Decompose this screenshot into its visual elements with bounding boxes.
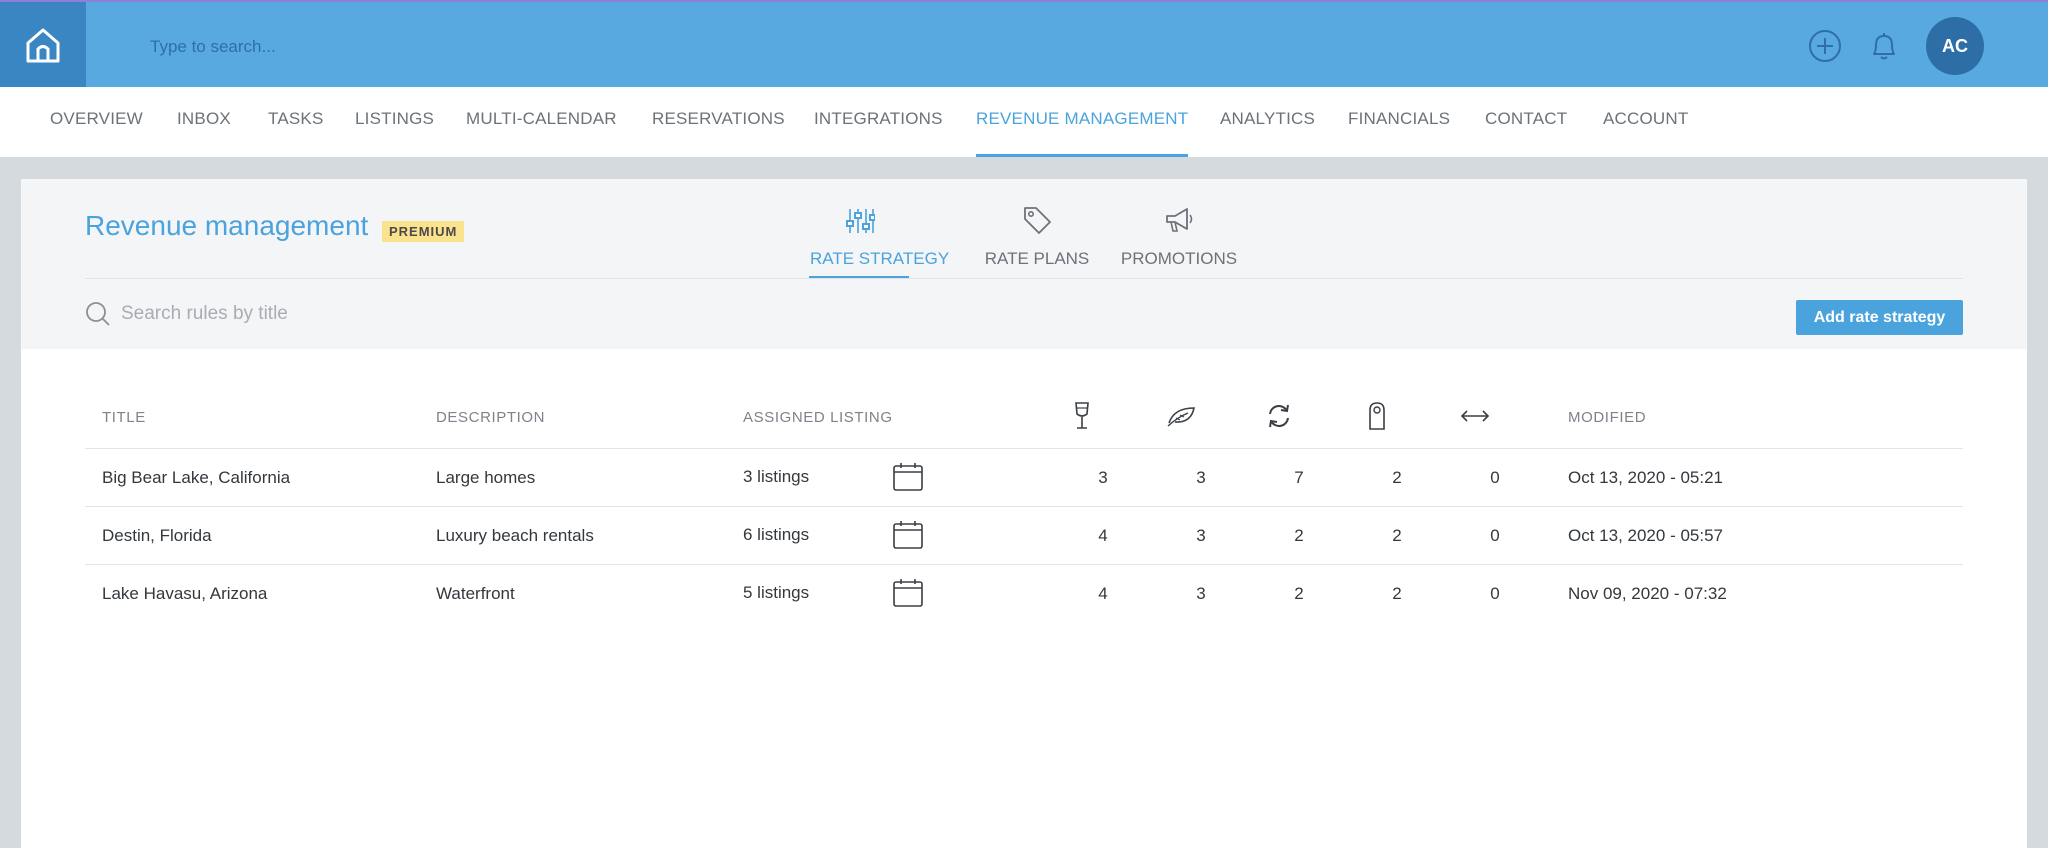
- col-description-header[interactable]: DESCRIPTION: [436, 409, 545, 426]
- plus-circle-icon: [1809, 30, 1841, 62]
- tab-promotions-label: PROMOTIONS: [1120, 249, 1238, 268]
- tab-rate-strategy-label: RATE STRATEGY: [810, 249, 950, 268]
- table-row[interactable]: Big Bear Lake, California Large homes 3 …: [85, 448, 1963, 506]
- nav-overview[interactable]: OVERVIEW: [50, 87, 143, 157]
- calendar-icon[interactable]: [892, 520, 924, 550]
- top-bar: AC: [0, 0, 2048, 87]
- row-modified: Oct 13, 2020 - 05:21: [1568, 468, 1723, 487]
- card-header: Revenue management PREMIUM RATE STRATEGY: [21, 179, 2027, 349]
- tab-rate-plans[interactable]: RATE PLANS: [981, 191, 1093, 291]
- col-door-hanger[interactable]: [1362, 401, 1392, 431]
- notifications-button[interactable]: [1864, 26, 1904, 66]
- table-row[interactable]: Destin, Florida Luxury beach rentals 6 l…: [85, 506, 1963, 564]
- content-card: Revenue management PREMIUM RATE STRATEGY: [21, 179, 2027, 848]
- calendar-icon[interactable]: [892, 578, 924, 608]
- col-refresh[interactable]: [1264, 401, 1294, 431]
- row-description: Waterfront: [436, 584, 515, 603]
- calendar-icon[interactable]: [892, 462, 924, 492]
- row-value: 2: [1392, 584, 1402, 603]
- row-modified: Nov 09, 2020 - 07:32: [1568, 584, 1727, 603]
- row-title[interactable]: Big Bear Lake, California: [102, 468, 290, 488]
- row-value: 4: [1098, 526, 1108, 545]
- col-arrows[interactable]: [1460, 401, 1490, 431]
- nav-listings[interactable]: LISTINGS: [355, 87, 434, 157]
- refresh-icon: [1269, 404, 1289, 428]
- col-modified-header[interactable]: MODIFIED: [1568, 409, 1646, 426]
- wine-glass-icon: [1075, 402, 1089, 429]
- bell-icon: [1873, 33, 1895, 60]
- row-value: 2: [1294, 526, 1304, 545]
- nav-integrations[interactable]: INTEGRATIONS: [814, 87, 943, 157]
- row-modified: Oct 13, 2020 - 05:57: [1568, 526, 1723, 545]
- sliders-icon: [846, 209, 875, 233]
- col-title-header[interactable]: TITLE: [102, 409, 146, 426]
- row-value: 2: [1294, 584, 1304, 603]
- leaf-icon: [1167, 407, 1195, 427]
- row-listings[interactable]: 6 listings: [743, 525, 809, 545]
- row-value: 2: [1392, 526, 1402, 545]
- row-value: 3: [1196, 584, 1206, 603]
- nav-tasks[interactable]: TASKS: [268, 87, 323, 157]
- home-button[interactable]: [0, 2, 86, 87]
- col-leaf[interactable]: [1166, 401, 1196, 431]
- rules-search-input[interactable]: [121, 297, 621, 331]
- row-value: 3: [1196, 526, 1206, 545]
- row-description: Luxury beach rentals: [436, 526, 594, 545]
- door-hanger-icon: [1369, 402, 1385, 430]
- divider: [85, 278, 1963, 279]
- row-title[interactable]: Destin, Florida: [102, 526, 212, 546]
- nav-contact[interactable]: CONTACT: [1485, 87, 1567, 157]
- row-value: 0: [1490, 584, 1500, 603]
- col-wine-glass[interactable]: [1067, 401, 1097, 431]
- row-title[interactable]: Lake Havasu, Arizona: [102, 584, 267, 604]
- avatar[interactable]: AC: [1926, 17, 1984, 75]
- nav-account[interactable]: ACCOUNT: [1603, 87, 1688, 157]
- add-rate-strategy-button[interactable]: Add rate strategy: [1796, 300, 1963, 335]
- search-icon: [86, 302, 110, 326]
- tab-promotions[interactable]: PROMOTIONS: [1119, 191, 1239, 291]
- col-assigned-header[interactable]: ASSIGNED LISTING: [743, 409, 893, 426]
- row-description: Large homes: [436, 468, 536, 487]
- nav-analytics[interactable]: ANALYTICS: [1220, 87, 1315, 157]
- premium-badge: PREMIUM: [382, 221, 465, 242]
- row-value: 0: [1490, 526, 1500, 545]
- nav-reservations[interactable]: RESERVATIONS: [652, 87, 785, 157]
- nav-inbox[interactable]: INBOX: [177, 87, 231, 157]
- row-value: 4: [1098, 584, 1108, 603]
- nav-revenue-management[interactable]: REVENUE MANAGEMENT: [976, 87, 1189, 157]
- row-value: 2: [1392, 468, 1402, 487]
- table-row[interactable]: Lake Havasu, Arizona Waterfront 5 listin…: [85, 564, 1963, 622]
- row-value: 7: [1294, 468, 1304, 487]
- nav-financials[interactable]: FINANCIALS: [1348, 87, 1450, 157]
- page-title: Revenue management: [85, 210, 369, 241]
- row-listings[interactable]: 3 listings: [743, 467, 809, 487]
- add-button[interactable]: [1805, 26, 1845, 66]
- tab-rate-plans-label: RATE PLANS: [984, 249, 1090, 268]
- arrows-horizontal-icon: [1460, 410, 1490, 422]
- nav-multi-calendar[interactable]: MULTI-CALENDAR: [466, 87, 617, 157]
- megaphone-icon: [1166, 208, 1193, 232]
- main-nav: OVERVIEW INBOX TASKS LISTINGS MULTI-CALE…: [0, 87, 2048, 157]
- row-value: 0: [1490, 468, 1500, 487]
- global-search-input[interactable]: [150, 32, 750, 62]
- price-tag-icon: [1024, 207, 1051, 234]
- row-listings[interactable]: 5 listings: [743, 583, 809, 603]
- row-value: 3: [1196, 468, 1206, 487]
- row-value: 3: [1098, 468, 1108, 487]
- home-icon: [26, 28, 60, 62]
